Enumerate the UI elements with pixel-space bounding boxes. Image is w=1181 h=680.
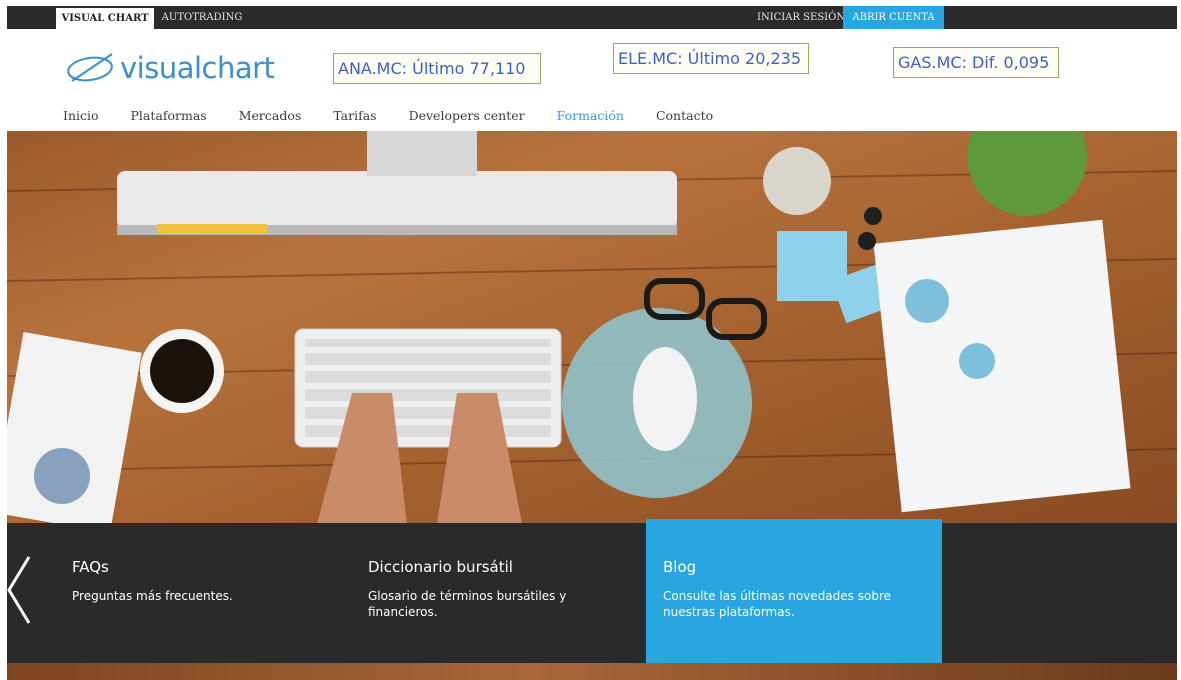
login-link[interactable]: INICIAR SESIÓN (757, 6, 845, 29)
site-logo[interactable]: visualchart (64, 50, 275, 86)
blog-description-line1: Consulte las últimas novedades sobre (663, 589, 891, 603)
blog-title[interactable]: Blog (663, 558, 696, 576)
main-nav: Inicio Plataformas Mercados Tarifas Deve… (63, 108, 745, 123)
nav-developers-center[interactable]: Developers center (409, 108, 525, 123)
nav-formacion[interactable]: Formación (557, 108, 624, 123)
blog-description-line2: nuestras plataformas. (663, 605, 795, 619)
nav-contacto[interactable]: Contacto (656, 108, 713, 123)
dictionary-title[interactable]: Diccionario bursátil (368, 558, 513, 576)
stock-ticker: ANA.MC: Último 77,110 (333, 53, 541, 84)
tab-autotrading[interactable]: AUTOTRADING (157, 6, 247, 29)
faqs-title[interactable]: FAQs (72, 558, 109, 576)
faqs-description: Preguntas más frecuentes. (72, 589, 233, 603)
hero-image (7, 131, 1177, 524)
open-account-button[interactable]: ABRIR CUENTA (843, 6, 944, 29)
top-bar: VISUAL CHART AUTOTRADING INICIAR SESIÓN … (7, 6, 1177, 29)
nav-mercados[interactable]: Mercados (239, 108, 302, 123)
visualchart-logo-icon (67, 53, 113, 82)
desk-illustration (7, 131, 1177, 524)
nav-inicio[interactable]: Inicio (63, 108, 99, 123)
chevron-left-icon[interactable] (7, 555, 31, 625)
stock-ticker: GAS.MC: Dif. 0,095 (893, 47, 1059, 78)
dictionary-description-line1: Glosario de términos bursátiles y (368, 589, 567, 603)
feature-panel: FAQs Preguntas más frecuentes. Diccionar… (7, 519, 1177, 666)
dictionary-description-line2: financieros. (368, 605, 438, 619)
tab-visual-chart[interactable]: VISUAL CHART (56, 8, 154, 29)
nav-tarifas[interactable]: Tarifas (333, 108, 376, 123)
hero-bottom-strip (7, 663, 1177, 680)
stock-ticker: ELE.MC: Último 20,235 (613, 43, 809, 74)
nav-plataformas[interactable]: Plataformas (131, 108, 207, 123)
logo-text: visualchart (120, 51, 275, 85)
